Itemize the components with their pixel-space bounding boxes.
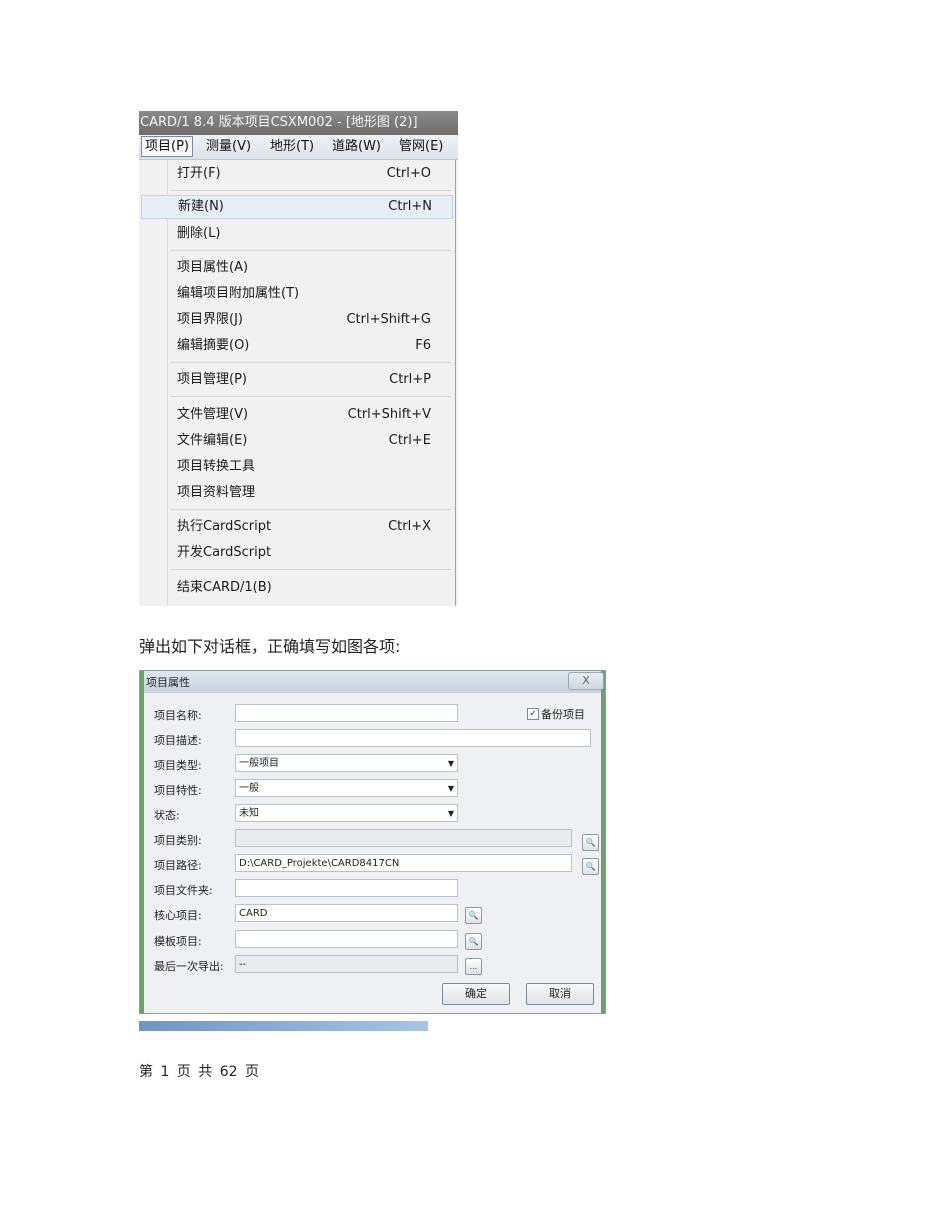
menu-item-label: 开发CardScript: [177, 545, 272, 560]
caption-text: 弹出如下对话框，正确填写如图各项:: [139, 637, 401, 656]
status-value: 未知: [239, 808, 259, 819]
window-title: CARD/1 8.4 版本项目CSXM002 - [地形图 (2)]: [139, 111, 458, 135]
ok-button[interactable]: 确定: [442, 983, 510, 1005]
menubar-item-pipe[interactable]: 管网(E): [399, 137, 443, 156]
backup-checkbox-label: 备份项目: [541, 708, 585, 721]
project-folder-label: 项目文件夹:: [154, 884, 213, 897]
project-path-input[interactable]: D:\CARD_Projekte\CARD8417CN: [235, 854, 572, 872]
menubar: 项目(P) 测量(V) 地形(T) 道路(W) 管网(E): [139, 135, 458, 160]
menu-item-label: 文件管理(V): [177, 407, 249, 422]
chevron-down-icon: ▼: [447, 784, 454, 793]
project-feature-select[interactable]: 一般 ▼: [235, 779, 458, 797]
menu-separator: [171, 569, 451, 570]
dialog-body: ✓ 备份项目 项目名称: 项目描述: 项目类型: 一般项目 ▼ 项目特性: 一般…: [144, 693, 601, 1013]
project-menu: 打开(F) Ctrl+O 新建(N) Ctrl+N 删除(L) 项目属性(A) …: [139, 160, 456, 606]
project-type-label: 项目类型:: [154, 759, 202, 772]
search-icon[interactable]: 🔍: [582, 834, 599, 851]
page-footer: 第 1 页 共 62 页: [139, 1064, 259, 1080]
project-name-input[interactable]: [235, 704, 458, 722]
menu-item-new[interactable]: 新建(N) Ctrl+N: [141, 195, 453, 219]
menubar-item-road[interactable]: 道路(W): [332, 137, 381, 156]
project-category-label: 项目类别:: [154, 834, 202, 847]
menu-item-convert-tool[interactable]: 项目转换工具: [141, 455, 451, 479]
project-folder-input[interactable]: [235, 879, 458, 897]
chevron-down-icon: ▼: [447, 809, 454, 818]
menu-item-label: 结束CARD/1(B): [177, 580, 272, 595]
backup-checkbox[interactable]: ✓: [527, 708, 539, 720]
menu-item-extra-properties[interactable]: 编辑项目附加属性(T): [141, 282, 451, 306]
menu-separator: [171, 190, 451, 191]
status-select[interactable]: 未知 ▼: [235, 804, 458, 822]
menu-item-label: 新建(N): [178, 199, 224, 214]
menu-item-shortcut: Ctrl+P: [389, 372, 431, 387]
core-project-input[interactable]: CARD: [235, 904, 458, 922]
menu-item-shortcut: Ctrl+X: [388, 519, 431, 534]
menu-item-file-edit[interactable]: 文件编辑(E) Ctrl+E: [141, 429, 451, 453]
menu-item-shortcut: Ctrl+Shift+V: [347, 407, 431, 422]
project-type-value: 一般项目: [239, 758, 279, 769]
search-icon[interactable]: 🔍: [465, 933, 482, 950]
menu-item-label: 编辑项目附加属性(T): [177, 286, 300, 301]
dialog-title: 项目属性: [146, 676, 190, 689]
menu-item-develop-cardscript[interactable]: 开发CardScript: [141, 541, 451, 565]
dialog-screenshot: 项目属性 X ✓ 备份项目 项目名称: 项目描述: 项目类型: 一般项目 ▼ 项…: [139, 670, 606, 1032]
template-project-input[interactable]: [235, 930, 458, 948]
menu-item-label: 编辑摘要(O): [177, 338, 250, 353]
menu-item-file-manage[interactable]: 文件管理(V) Ctrl+Shift+V: [141, 403, 451, 427]
project-properties-dialog: 项目属性 X ✓ 备份项目 项目名称: 项目描述: 项目类型: 一般项目 ▼ 项…: [139, 670, 606, 1014]
project-feature-value: 一般: [239, 783, 259, 794]
project-path-label: 项目路径:: [154, 859, 202, 872]
menu-item-properties[interactable]: 项目属性(A): [141, 256, 451, 280]
menu-item-label: 删除(L): [177, 226, 221, 241]
menu-item-shortcut: Ctrl+O: [386, 166, 431, 181]
menu-item-shortcut: Ctrl+Shift+G: [346, 312, 431, 327]
menu-item-shortcut: Ctrl+E: [388, 433, 431, 448]
project-type-select[interactable]: 一般项目 ▼: [235, 754, 458, 772]
project-feature-label: 项目特性:: [154, 784, 202, 797]
menu-item-label: 项目属性(A): [177, 260, 249, 275]
menu-item-summary[interactable]: 编辑摘要(O) F6: [141, 334, 451, 358]
search-icon[interactable]: 🔍: [465, 907, 482, 924]
menu-screenshot: CARD/1 8.4 版本项目CSXM002 - [地形图 (2)] 项目(P)…: [139, 111, 458, 606]
menu-item-shortcut: Ctrl+N: [388, 199, 432, 214]
menu-item-label: 项目资料管理: [177, 485, 256, 500]
menu-item-label: 项目界限(J): [177, 312, 243, 327]
menu-separator: [171, 250, 451, 251]
taskbar-strip: [139, 1021, 428, 1031]
menu-item-exit[interactable]: 结束CARD/1(B): [141, 576, 451, 600]
chevron-down-icon: ▼: [447, 759, 454, 768]
menu-item-data-manage[interactable]: 项目资料管理: [141, 481, 451, 505]
menubar-item-survey[interactable]: 测量(V): [206, 137, 251, 156]
last-export-label: 最后一次导出:: [154, 960, 224, 973]
menu-item-shortcut: F6: [415, 338, 431, 353]
core-project-label: 核心项目:: [154, 909, 202, 922]
menu-item-label: 打开(F): [177, 166, 221, 181]
menu-item-run-cardscript[interactable]: 执行CardScript Ctrl+X: [141, 515, 451, 539]
close-button[interactable]: X: [568, 672, 604, 690]
project-description-input[interactable]: [235, 729, 591, 747]
menu-separator: [171, 509, 451, 510]
menu-item-label: 执行CardScript: [177, 519, 272, 534]
menu-item-label: 文件编辑(E): [177, 433, 248, 448]
menubar-item-project[interactable]: 项目(P): [141, 136, 193, 157]
project-name-label: 项目名称:: [154, 709, 202, 722]
menu-item-label: 项目管理(P): [177, 372, 247, 387]
menu-item-label: 项目转换工具: [177, 459, 256, 474]
project-description-label: 项目描述:: [154, 734, 202, 747]
menu-item-boundary[interactable]: 项目界限(J) Ctrl+Shift+G: [141, 308, 451, 332]
template-project-label: 模板项目:: [154, 935, 202, 948]
menu-separator: [171, 396, 451, 397]
ellipsis-button[interactable]: ...: [465, 958, 482, 975]
menu-item-project-manage[interactable]: 项目管理(P) Ctrl+P: [141, 368, 451, 392]
menu-item-delete[interactable]: 删除(L): [141, 222, 451, 246]
project-category-input[interactable]: [235, 829, 572, 847]
menu-separator: [171, 362, 451, 363]
menubar-item-terrain[interactable]: 地形(T): [270, 137, 314, 156]
search-icon[interactable]: 🔍: [582, 858, 599, 875]
status-label: 状态:: [154, 809, 180, 822]
cancel-button[interactable]: 取消: [526, 983, 594, 1005]
dialog-titlebar: 项目属性 X: [144, 671, 604, 693]
last-export-input[interactable]: --: [235, 955, 458, 973]
menu-item-open[interactable]: 打开(F) Ctrl+O: [141, 162, 451, 186]
